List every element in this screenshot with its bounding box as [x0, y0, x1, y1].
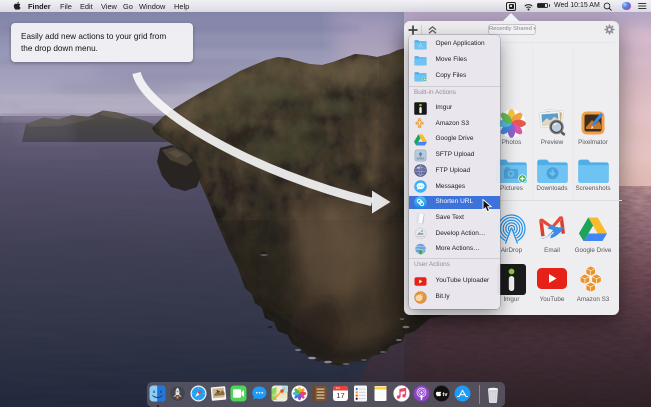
svg-text:JUN: JUN [335, 388, 340, 390]
svg-text:17: 17 [336, 391, 344, 400]
